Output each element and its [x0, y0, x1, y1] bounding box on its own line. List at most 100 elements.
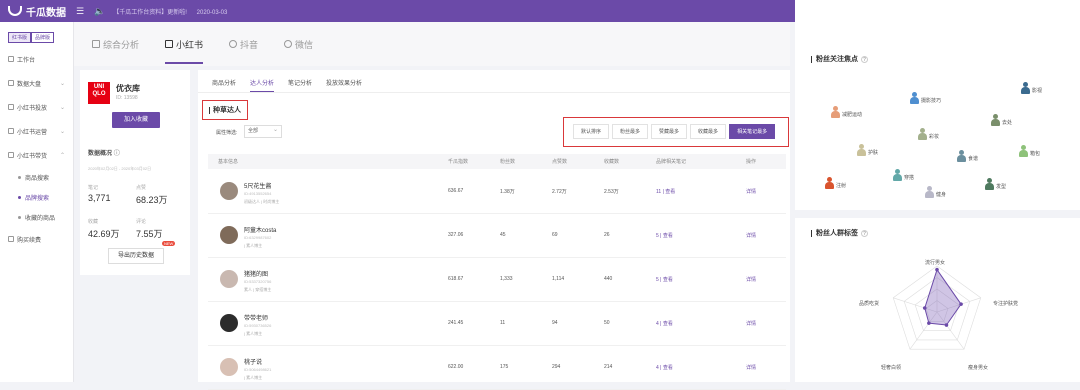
music-note-icon: [229, 40, 238, 48]
platform-tab-redbook[interactable]: 红书版: [8, 32, 32, 43]
person-icon: [918, 128, 927, 140]
sidebar-item-operation[interactable]: 小红书运营 ⌄: [0, 119, 73, 143]
kol-name[interactable]: 5尺花生酱: [244, 181, 271, 190]
filter-label: 属性筛选:: [216, 130, 238, 136]
radar-label: 瘦身男女: [968, 365, 989, 371]
help-icon[interactable]: ?: [861, 55, 868, 63]
attribute-filter-select[interactable]: 全部: [244, 125, 282, 138]
platform-switch: 红书版 品牌版: [8, 32, 73, 43]
platform-tab-brand[interactable]: 品牌版: [31, 32, 55, 43]
tab-label: 抖音: [240, 39, 259, 50]
avatar[interactable]: [220, 314, 238, 332]
radar-area: [924, 268, 962, 326]
details-link[interactable]: 详情: [746, 188, 756, 195]
focus-word: 彩妆: [918, 128, 939, 140]
notice-bar[interactable]: 【千瓜工作台资料】更新啦! 2020-03-03: [113, 7, 235, 16]
cell-fans: 11: [500, 320, 506, 326]
person-icon: [893, 169, 902, 181]
col-index[interactable]: 千瓜指数: [448, 158, 468, 165]
sidebar-item-dashboard[interactable]: 数据大盘 ⌄: [0, 71, 73, 95]
sidebar-sub-favorites[interactable]: 收藏的商品: [0, 207, 73, 227]
tab-xiaohongshu[interactable]: 小红书: [165, 22, 204, 66]
add-favorite-button[interactable]: 加入收藏: [112, 112, 160, 128]
radar-point[interactable]: [959, 302, 963, 306]
person-icon: [857, 144, 866, 156]
avatar[interactable]: [220, 270, 238, 288]
table-row: 桃子说 ID:5064498621 | 素人博主 622.00 175 294 214 4…: [208, 346, 786, 390]
radar-point[interactable]: [927, 321, 931, 325]
radar-point[interactable]: [922, 306, 927, 310]
cell-collects: 26: [604, 232, 610, 238]
grid-icon: [92, 40, 100, 48]
radar-point[interactable]: [944, 323, 949, 327]
notice-date: 2020-03-03: [196, 9, 228, 16]
tab-wechat[interactable]: 微信: [284, 22, 313, 66]
tab-placement-analysis[interactable]: 投放效果分析: [326, 78, 362, 92]
details-link[interactable]: 详情: [746, 364, 756, 371]
stat-value: 68.23万: [136, 195, 168, 205]
col-collects[interactable]: 收藏数: [604, 158, 619, 165]
avatar[interactable]: [220, 182, 238, 200]
col-likes[interactable]: 点赞数: [552, 158, 567, 165]
focus-word: 去处: [991, 114, 1012, 126]
chevron-up-icon: ⌃: [59, 152, 65, 159]
cell-index: 327.06: [448, 232, 464, 238]
tab-product-analysis[interactable]: 商品分析: [212, 78, 236, 92]
radar-point[interactable]: [935, 267, 939, 272]
sidebar-item-workbench[interactable]: 工作台: [0, 47, 73, 71]
help-icon[interactable]: ⓘ: [114, 151, 120, 157]
stat-collects: 收藏 42.69万: [88, 218, 120, 240]
related-notes-link[interactable]: 5 | 查看: [656, 276, 673, 283]
related-notes-link[interactable]: 5 | 查看: [656, 232, 673, 239]
sidebar-item-commerce[interactable]: 小红书带货 ⌃: [0, 143, 73, 167]
sidebar-item-purchase[interactable]: 购买续费: [0, 227, 73, 251]
overview-title-text: 数据概况: [88, 151, 113, 157]
kol-name[interactable]: 猪猪的图: [244, 269, 268, 278]
sidebar-sub-product-search[interactable]: 商品搜索: [0, 167, 73, 187]
col-fans[interactable]: 粉丝数: [500, 158, 515, 165]
table-row: 阿童木costa ID:6329987602 | 素人博主 327.06 45 69 2…: [208, 214, 786, 258]
app-logo[interactable]: 千瓜数据: [8, 4, 66, 19]
kol-name[interactable]: 带带老师: [244, 313, 268, 322]
kol-name[interactable]: 阿童木costa: [244, 225, 276, 234]
logo-icon: [8, 6, 22, 16]
sort-related-notes-button[interactable]: 相关笔记最多: [729, 124, 776, 139]
sort-fans-button[interactable]: 粉丝最多: [612, 124, 649, 139]
tab-note-analysis[interactable]: 笔记分析: [288, 78, 312, 92]
avatar[interactable]: [220, 226, 238, 244]
sort-likes-button[interactable]: 赞藏最多: [651, 124, 688, 139]
related-notes-link[interactable]: 4 | 查看: [656, 364, 673, 371]
cell-likes: 94: [552, 320, 558, 326]
sort-collects-button[interactable]: 收藏最多: [690, 124, 727, 139]
cell-fans: 175: [500, 364, 509, 370]
person-icon: [825, 177, 834, 189]
divider: [198, 92, 790, 93]
sidebar-item-placement[interactable]: 小红书投放 ⌄: [0, 95, 73, 119]
tab-kol-analysis[interactable]: 达人分析: [250, 78, 275, 92]
details-link[interactable]: 详情: [746, 320, 756, 327]
export-history-button[interactable]: 导出历史数据: [108, 248, 164, 264]
details-link[interactable]: 详情: [746, 276, 756, 283]
focus-word-label: 发型: [996, 184, 1007, 190]
commerce-icon: [8, 152, 14, 158]
table-row: 猪猪的图 ID:5337320756 素人 | 穿搭博主 618.67 1,333 1…: [208, 258, 786, 302]
audience-title: 粉丝人群标签 ?: [811, 228, 868, 238]
cell-index: 636.67: [448, 188, 464, 194]
audience-radar-chart: [892, 265, 982, 350]
menu-toggle-icon[interactable]: ☰: [76, 6, 84, 17]
sort-default-button[interactable]: 默认排序: [573, 124, 610, 139]
sidebar-sub-brand-search[interactable]: 品牌搜索: [0, 187, 73, 207]
avatar[interactable]: [220, 358, 238, 376]
focus-word-label: 影视: [1032, 88, 1043, 94]
tab-douyin[interactable]: 抖音: [229, 22, 258, 66]
focus-word-label: 注射: [836, 183, 847, 189]
sidebar-sub-label: 品牌搜索: [25, 195, 50, 202]
sidebar-item-label: 数据大盘: [17, 81, 42, 88]
kol-name[interactable]: 桃子说: [244, 357, 262, 366]
tab-overall[interactable]: 综合分析: [92, 22, 139, 66]
related-notes-link[interactable]: 4 | 查看: [656, 320, 673, 327]
details-link[interactable]: 详情: [746, 232, 756, 239]
col-related-notes[interactable]: 品牌相关笔记: [656, 158, 686, 165]
related-notes-link[interactable]: 11 | 查看: [656, 188, 675, 195]
help-icon[interactable]: ?: [861, 229, 868, 237]
